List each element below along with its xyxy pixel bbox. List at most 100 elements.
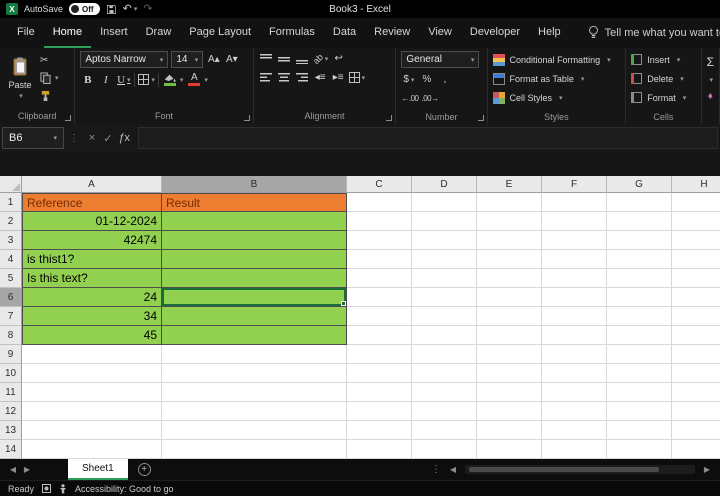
format-cells-button[interactable]: Format ▾	[631, 89, 695, 106]
column-header-B[interactable]: B	[162, 176, 347, 193]
tell-me-search[interactable]: Tell me what you want to do	[588, 25, 720, 42]
cell-G6[interactable]	[607, 288, 672, 307]
decrease-indent-icon[interactable]: ◂≡	[313, 70, 328, 85]
cell-D6[interactable]	[412, 288, 477, 307]
accounting-format-icon[interactable]: $ ▾	[401, 72, 416, 87]
column-header-F[interactable]: F	[542, 176, 607, 193]
tab-review[interactable]: Review	[365, 18, 419, 48]
cell-C3[interactable]	[347, 231, 412, 250]
cell-D3[interactable]	[412, 231, 477, 250]
cell-E5[interactable]	[477, 269, 542, 288]
delete-cells-button[interactable]: Delete ▾	[631, 70, 695, 87]
cell-H9[interactable]	[672, 345, 720, 364]
cell-G13[interactable]	[607, 421, 672, 440]
cell-E9[interactable]	[477, 345, 542, 364]
cell-G14[interactable]	[607, 440, 672, 459]
new-sheet-button[interactable]: +	[137, 463, 151, 476]
number-dialog-launcher[interactable]	[477, 115, 484, 121]
name-box[interactable]: B6 ▾	[2, 127, 64, 149]
cell-C14[interactable]	[347, 440, 412, 459]
cell-C5[interactable]	[347, 269, 412, 288]
cell-F7[interactable]	[542, 307, 607, 326]
cell-A1[interactable]: Reference	[22, 193, 162, 212]
cell-A11[interactable]	[22, 383, 162, 402]
format-painter-button[interactable]	[40, 89, 59, 104]
cell-F2[interactable]	[542, 212, 607, 231]
cell-H8[interactable]	[672, 326, 720, 345]
cell-H13[interactable]	[672, 421, 720, 440]
cell-G7[interactable]	[607, 307, 672, 326]
row-header-2[interactable]: 2	[0, 212, 22, 231]
row-header-5[interactable]: 5	[0, 269, 22, 288]
cell-B13[interactable]	[162, 421, 347, 440]
italic-button[interactable]: I	[98, 72, 113, 87]
cell-H14[interactable]	[672, 440, 720, 459]
cell-C1[interactable]	[347, 193, 412, 212]
cell-B10[interactable]	[162, 364, 347, 383]
enter-icon[interactable]: ✓	[100, 132, 116, 145]
cell-G2[interactable]	[607, 212, 672, 231]
cell-F3[interactable]	[542, 231, 607, 250]
cell-F9[interactable]	[542, 345, 607, 364]
cell-A2[interactable]: 01-12-2024	[22, 212, 162, 231]
fill-color-icon[interactable]: ▾	[162, 72, 183, 87]
cell-F8[interactable]	[542, 326, 607, 345]
redo-icon[interactable]: ↷	[143, 3, 152, 15]
cell-A8[interactable]: 45	[22, 326, 162, 345]
row-header-10[interactable]: 10	[0, 364, 22, 383]
cell-styles-button[interactable]: Cell Styles ▾	[492, 89, 621, 106]
merge-center-icon[interactable]: ▾	[348, 70, 365, 85]
select-all-corner[interactable]	[0, 176, 22, 193]
cell-G1[interactable]	[607, 193, 672, 212]
cell-A7[interactable]: 34	[22, 307, 162, 326]
column-header-C[interactable]: C	[347, 176, 412, 193]
insert-cells-button[interactable]: Insert ▾	[631, 51, 695, 68]
cell-B1[interactable]: Result	[162, 193, 347, 212]
cell-H10[interactable]	[672, 364, 720, 383]
cell-A5[interactable]: Is this text?	[22, 269, 162, 288]
copy-button[interactable]: ▾	[40, 71, 59, 86]
cell-H3[interactable]	[672, 231, 720, 250]
cell-F10[interactable]	[542, 364, 607, 383]
column-header-A[interactable]: A	[22, 176, 162, 193]
row-header-13[interactable]: 13	[0, 421, 22, 440]
decrease-decimal-icon[interactable]: .00→	[421, 91, 439, 106]
cell-B8[interactable]	[162, 326, 347, 345]
autosave-toggle[interactable]: Off	[69, 3, 100, 15]
align-right-icon[interactable]	[295, 70, 310, 85]
tab-data[interactable]: Data	[324, 18, 365, 48]
increase-indent-icon[interactable]: ▸≡	[331, 70, 346, 85]
cell-D13[interactable]	[412, 421, 477, 440]
cell-C6[interactable]	[347, 288, 412, 307]
tab-file[interactable]: File	[8, 18, 44, 48]
borders-icon[interactable]: ▾	[138, 72, 155, 87]
cell-G3[interactable]	[607, 231, 672, 250]
cell-A6[interactable]: 24	[22, 288, 162, 307]
cell-D5[interactable]	[412, 269, 477, 288]
tab-view[interactable]: View	[419, 18, 461, 48]
cell-F4[interactable]	[542, 250, 607, 269]
paste-button[interactable]: Paste ▾	[5, 51, 35, 105]
macro-record-icon[interactable]	[42, 484, 52, 493]
number-format-select[interactable]: General ▾	[401, 51, 480, 68]
cell-B9[interactable]	[162, 345, 347, 364]
font-dialog-launcher[interactable]	[243, 115, 250, 121]
decrease-font-size-icon[interactable]: A▾	[224, 52, 239, 67]
cell-A14[interactable]	[22, 440, 162, 459]
scrollbar-thumb[interactable]	[469, 467, 659, 472]
cell-C7[interactable]	[347, 307, 412, 326]
autosum-icon[interactable]: Σ	[707, 55, 714, 69]
cell-C4[interactable]	[347, 250, 412, 269]
cell-F6[interactable]	[542, 288, 607, 307]
row-header-14[interactable]: 14	[0, 440, 22, 459]
undo-icon[interactable]: ↶ ▾	[123, 3, 138, 15]
cell-D11[interactable]	[412, 383, 477, 402]
sheet-prev-icon[interactable]: ◀	[6, 465, 20, 474]
align-top-icon[interactable]	[259, 51, 274, 66]
cell-E2[interactable]	[477, 212, 542, 231]
cell-G5[interactable]	[607, 269, 672, 288]
cell-E13[interactable]	[477, 421, 542, 440]
cell-B3[interactable]	[162, 231, 347, 250]
cell-A12[interactable]	[22, 402, 162, 421]
cell-H2[interactable]	[672, 212, 720, 231]
